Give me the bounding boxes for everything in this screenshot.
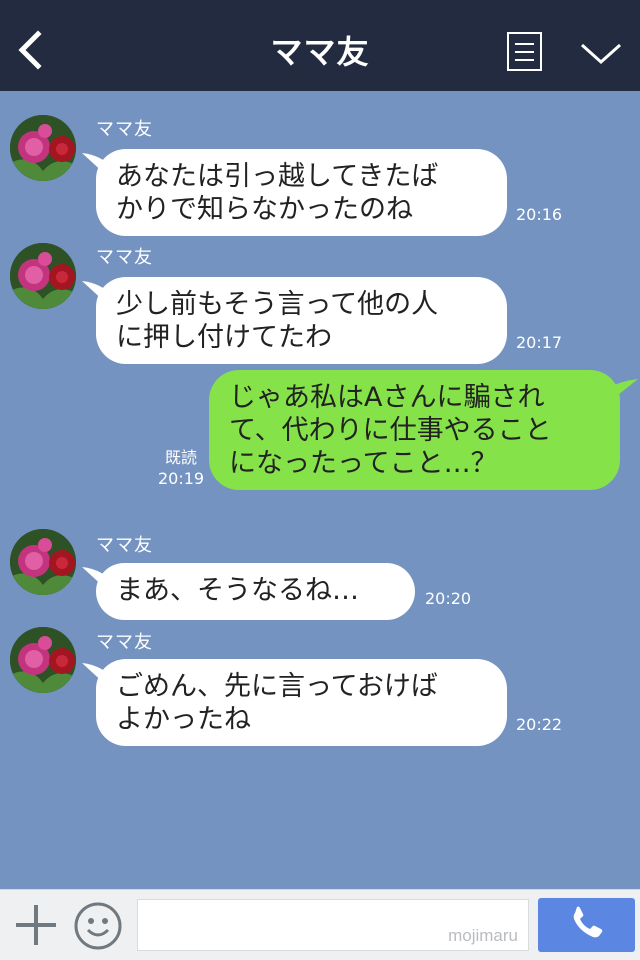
message-bubble[interactable]: あなたは引っ越してきたば かりで知らなかったのね	[96, 149, 507, 236]
avatar[interactable]	[10, 115, 76, 181]
collapse-button[interactable]	[578, 36, 624, 70]
sender-name: ママ友	[96, 119, 153, 140]
emoji-button[interactable]	[73, 901, 123, 951]
message-bubble[interactable]: ごめん、先に言っておけば よかったね	[96, 659, 507, 746]
plus-icon	[16, 905, 56, 945]
chat-header: ママ友	[0, 0, 640, 91]
read-label: 既読	[165, 448, 198, 467]
chat-title: ママ友	[270, 33, 370, 71]
message-composer: mojimaru	[0, 889, 640, 960]
chevron-down-icon	[580, 43, 622, 65]
list-icon	[507, 32, 542, 71]
avatar[interactable]	[10, 243, 76, 309]
add-button[interactable]	[14, 903, 58, 947]
message-bubble[interactable]: じゃあ私はAさんに騙され て、代わりに仕事やること になったってこと…？	[209, 370, 620, 490]
menu-button[interactable]	[506, 31, 544, 73]
watermark: mojimaru	[448, 926, 518, 945]
avatar[interactable]	[10, 529, 76, 595]
chat-area[interactable]: ママ友 あなたは引っ越してきたば かりで知らなかったのね 20:16 ママ友 少…	[0, 91, 640, 889]
message-bubble[interactable]: 少し前もそう言って他の人 に押し付けてたわ	[96, 277, 507, 364]
message-time: 20:17	[516, 333, 563, 352]
message-bubble[interactable]: まあ、そうなるね…	[96, 563, 415, 620]
call-button[interactable]	[538, 898, 635, 952]
sender-name: ママ友	[96, 247, 153, 268]
avatar[interactable]	[10, 627, 76, 693]
phone-icon	[573, 906, 603, 938]
message-time: 20:22	[516, 715, 563, 734]
sender-name: ママ友	[96, 632, 153, 653]
message-time: 20:16	[516, 205, 563, 224]
message-time: 20:20	[425, 589, 472, 608]
message-input[interactable]: mojimaru	[137, 899, 529, 951]
sender-name: ママ友	[96, 535, 153, 556]
smiley-icon	[74, 902, 122, 950]
message-time: 20:19	[158, 469, 205, 488]
read-receipt: 既読 20:19	[158, 447, 204, 489]
